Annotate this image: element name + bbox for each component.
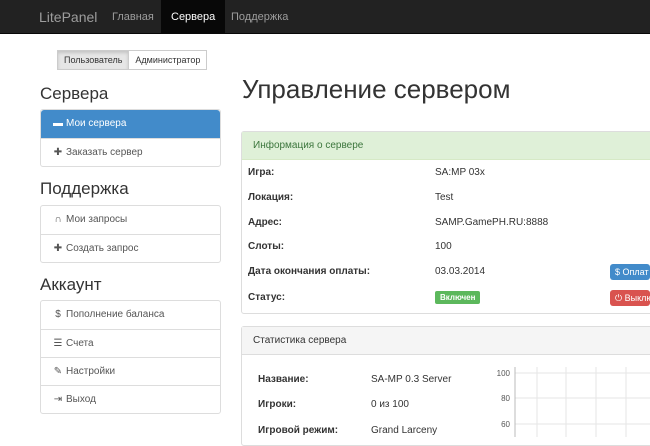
nav-home[interactable]: Главная	[102, 0, 164, 34]
address-label: Адрес:	[248, 217, 282, 228]
sidebar-item-logout[interactable]: ⇥ Выход	[41, 385, 220, 413]
top-navbar: LitePanel Главная Сервера Поддержка	[0, 0, 650, 34]
headphones-icon: ∩	[54, 214, 62, 225]
sidebar-item-my-servers[interactable]: ▬ Мои сервера	[41, 110, 220, 138]
brand-logo[interactable]: LitePanel	[39, 0, 97, 34]
location-value: Test	[435, 192, 454, 203]
slots-label: Слоты:	[248, 241, 285, 252]
support-heading: Поддержка	[40, 179, 129, 198]
sidebar-item-settings[interactable]: ✎ Настройки	[41, 357, 220, 385]
servers-heading: Сервера	[40, 84, 109, 103]
admin-mode-button[interactable]: Администратор	[129, 50, 208, 70]
sidebar-item-top-up[interactable]: $ Пополнение баланса	[41, 301, 220, 329]
players-value: 0 из 100	[371, 399, 409, 410]
sidebar-item-my-requests[interactable]: ∩ Мои запросы	[41, 206, 220, 234]
page-title: Управление сервером	[242, 74, 511, 104]
game-value: SA:MP 03x	[435, 167, 485, 178]
server-info-heading: Информация о сервере	[242, 132, 650, 160]
user-mode-button[interactable]: Пользователь	[57, 50, 130, 70]
pay-button[interactable]: $ Оплат	[610, 264, 650, 280]
y-tick-label: 80	[501, 394, 510, 403]
address-value: SAMP.GamePH.RU:8888	[435, 217, 549, 228]
nav-servers[interactable]: Сервера	[161, 0, 226, 34]
status-badge: Включен	[435, 290, 481, 304]
y-tick-label: 100	[497, 369, 511, 378]
role-toggle: Пользователь Администратор	[57, 50, 208, 70]
slots-value: 100	[435, 241, 452, 252]
sidebar-item-create-request[interactable]: ✚ Создать запрос	[41, 234, 220, 262]
power-off-button[interactable]: ⏻ Выклю	[610, 290, 650, 306]
server-stats-heading: Статистика сервера	[242, 327, 650, 355]
players-label: Игроки:	[258, 399, 297, 410]
list-icon: ☰	[53, 338, 63, 349]
game-mode-value: Grand Larceny	[371, 425, 438, 436]
game-mode-label: Игровой режим:	[258, 425, 339, 436]
logout-icon: ⇥	[53, 394, 63, 405]
paid-until-value: 03.03.2014	[435, 266, 486, 277]
nav-support[interactable]: Поддержка	[221, 0, 298, 34]
dollar-icon: $	[55, 309, 61, 320]
paid-until-label: Дата окончания оплаты:	[248, 266, 371, 277]
server-icon: ▬	[53, 118, 63, 129]
players-chart: 100 80 60	[497, 367, 650, 437]
servers-menu: ▬ Мои сервера ✚ Заказать сервер	[40, 109, 221, 167]
plus-icon: ✚	[53, 147, 63, 158]
location-label: Локация:	[248, 192, 294, 203]
game-label: Игра:	[248, 167, 275, 178]
sidebar-item-order-server[interactable]: ✚ Заказать сервер	[41, 138, 220, 166]
server-name-label: Название:	[258, 374, 309, 385]
y-tick-label: 60	[501, 420, 510, 429]
account-menu: $ Пополнение баланса ☰ Счета ✎ Настройки ⇥ В…	[40, 300, 221, 414]
account-heading: Аккаунт	[40, 275, 102, 294]
plus-icon: ✚	[53, 243, 63, 254]
support-menu: ∩ Мои запросы ✚ Создать запрос	[40, 205, 221, 263]
server-name-value: SA-MP 0.3 Server	[371, 374, 452, 385]
status-label: Статус:	[248, 292, 286, 303]
wrench-icon: ✎	[53, 366, 63, 377]
sidebar-item-invoices[interactable]: ☰ Счета	[41, 329, 220, 357]
